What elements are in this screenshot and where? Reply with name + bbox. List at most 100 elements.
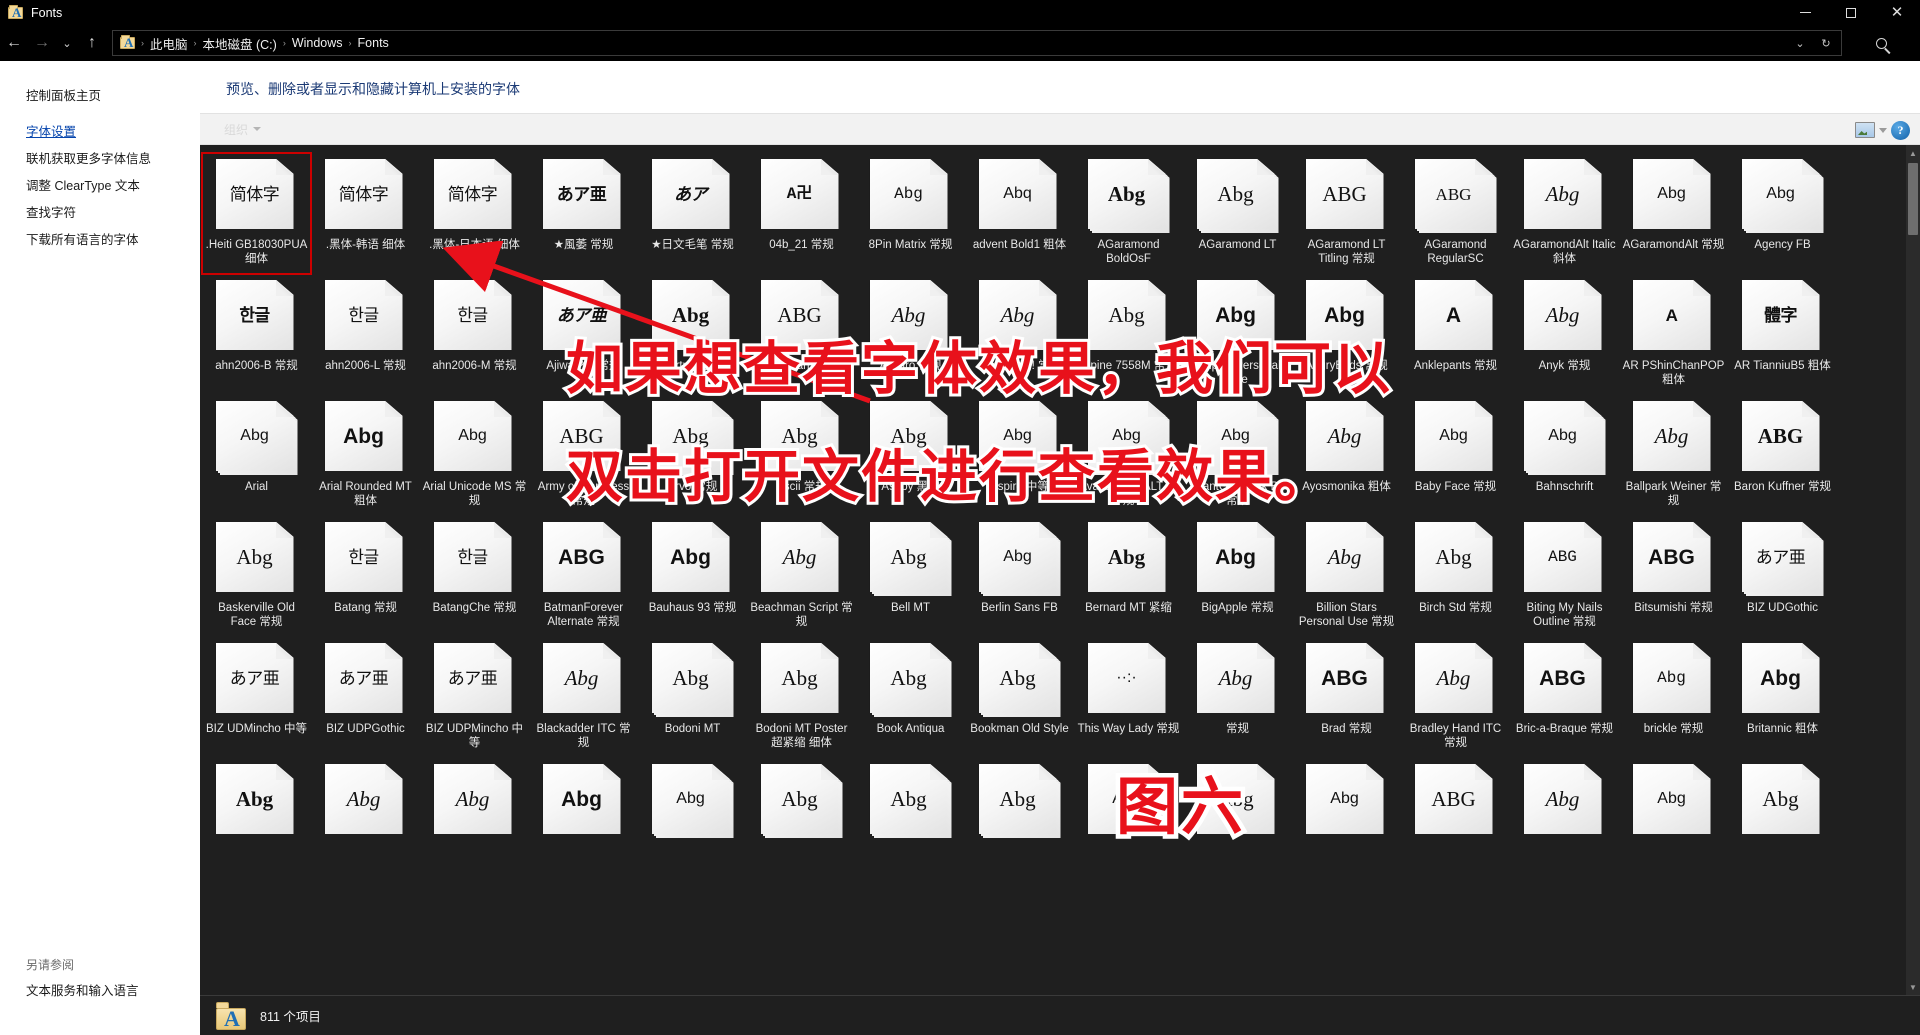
font-tile[interactable]: Abg Arial Unicode MS 常规 [420, 395, 529, 516]
font-tile[interactable]: Abg AGaramondAlt Italic 斜体 [1510, 153, 1619, 274]
address-bar[interactable]: A › 此电脑 › 本地磁盘 (C:) › Windows › Fonts ⌄ … [112, 30, 1842, 56]
font-tile[interactable]: ABG [1401, 758, 1510, 851]
font-tile[interactable]: Abg Alpine 7558M 常规 [1074, 274, 1183, 395]
font-tile[interactable]: Abg Bradley Hand ITC 常规 [1401, 637, 1510, 758]
sidebar-item-find-character[interactable]: 查找字符 [0, 200, 200, 227]
font-tile[interactable]: あア亜 BIZ UDGothic [1728, 516, 1837, 637]
font-tile[interactable]: Abg brickle 常规 [1619, 637, 1728, 758]
font-tile[interactable]: 한글 ahn2006-M 常规 [420, 274, 529, 395]
font-tile[interactable]: あア亜 BIZ UDPGothic [311, 637, 420, 758]
font-tile[interactable]: ABG Baron Kuffner 常规 [1728, 395, 1837, 516]
font-tile[interactable]: Abg AvantGarde ALT 常规 [1074, 395, 1183, 516]
font-tile[interactable]: Abg Bauhaus 93 常规 [638, 516, 747, 637]
font-tile[interactable]: ABG Bric-a-Braque 常规 [1510, 637, 1619, 758]
font-tile[interactable]: Abg Bodoni MT [638, 637, 747, 758]
font-tile[interactable]: Abg [1728, 758, 1837, 851]
font-tile[interactable]: Abg BigApple 常规 [1183, 516, 1292, 637]
view-mode-icon[interactable] [1855, 122, 1875, 138]
font-tile[interactable]: Abg 8Pin Matrix 常规 [856, 153, 965, 274]
font-tile[interactable]: あア亜 BIZ UDPMincho 中等 [420, 637, 529, 758]
font-tile[interactable]: あア亜 BIZ UDMincho 中等 [202, 637, 311, 758]
up-button[interactable]: ↑ [78, 28, 106, 58]
refresh-icon[interactable]: ↻ [1813, 31, 1839, 55]
organize-button[interactable]: 组织 [216, 118, 269, 141]
font-tile[interactable]: Abg AGaramondAlt 常规 [1619, 153, 1728, 274]
font-tile[interactable]: Abg [420, 758, 529, 851]
font-tile[interactable]: Abg Bahnschrift [1510, 395, 1619, 516]
font-tile[interactable]: Abg Arial Rounded MT 粗体 [311, 395, 420, 516]
font-tile[interactable]: 한글 BatangChe 常规 [420, 516, 529, 637]
font-tile[interactable]: ABG Bitsumishi 常规 [1619, 516, 1728, 637]
breadcrumb-local-disk[interactable]: 本地磁盘 (C:) [198, 32, 282, 55]
font-tile[interactable]: Abg Amplify Personal Use [1183, 274, 1292, 395]
font-tile[interactable]: 한글 ahn2006-B 常规 [202, 274, 311, 395]
font-tile[interactable]: Abg [529, 758, 638, 851]
sidebar-item-text-services[interactable]: 文本服务和输入语言 [0, 978, 200, 1005]
font-tile[interactable]: Abq advent Bold1 粗体 [965, 153, 1074, 274]
font-tile[interactable]: Abg [1183, 758, 1292, 851]
font-tile[interactable]: Abg [311, 758, 420, 851]
font-tile[interactable]: Abg Allegro 常规 [856, 274, 965, 395]
sidebar-item-font-settings[interactable]: 字体设置 [0, 119, 200, 146]
font-tile[interactable]: Abg [202, 758, 311, 851]
sidebar-item-get-more-fonts-online[interactable]: 联机获取更多字体信息 [0, 146, 200, 173]
font-tile[interactable]: Abg Aspire 中等 [965, 395, 1074, 516]
font-tile[interactable]: Abg Book Antiqua [856, 637, 965, 758]
font-tile[interactable]: Abg [965, 758, 1074, 851]
font-tile[interactable]: Abg Berlin Sans FB [965, 516, 1074, 637]
font-tile[interactable]: A Anklepants 常规 [1401, 274, 1510, 395]
recent-locations-button[interactable]: ⌄ [56, 28, 78, 58]
font-tile[interactable]: ··:· This Way Lady 常规 [1074, 637, 1183, 758]
scroll-down-arrow[interactable]: ▼ [1906, 979, 1920, 995]
font-tile[interactable]: Abg [1510, 758, 1619, 851]
breadcrumb-this-pc[interactable]: 此电脑 [145, 32, 193, 55]
font-tile[interactable]: あア亜 ★風萎 常规 [529, 153, 638, 274]
font-tile[interactable]: 简体字 .Heiti GB18030PUA 细体 [201, 152, 312, 275]
back-button[interactable]: ← [0, 28, 28, 58]
maximize-button[interactable] [1828, 0, 1874, 25]
vertical-scrollbar[interactable]: ▲ ▼ [1906, 145, 1920, 995]
font-tile[interactable]: Abg [747, 758, 856, 851]
sidebar-item-control-panel-home[interactable]: 控制面板主页 [0, 83, 200, 119]
font-tile[interactable]: 한글 ahn2006-L 常规 [311, 274, 420, 395]
font-tile[interactable]: Abg Arvo 常规 [638, 395, 747, 516]
forward-button[interactable]: → [28, 28, 56, 58]
breadcrumb-windows[interactable]: Windows [287, 34, 348, 52]
help-button[interactable]: ? [1891, 120, 1910, 140]
font-tile[interactable]: Abg 常规 [1183, 637, 1292, 758]
font-tile[interactable]: ABG AGaramond RegularSC [1401, 153, 1510, 274]
font-tile[interactable]: Abg Albertus 超粗体 [638, 274, 747, 395]
font-tile[interactable]: Abg Ashby 黑体 [856, 395, 965, 516]
font-tile[interactable]: Abg [1292, 758, 1401, 851]
font-tile[interactable]: Abg Britannic 粗体 [1728, 637, 1837, 758]
chevron-down-icon[interactable]: ⌄ [1787, 31, 1813, 55]
font-tile[interactable]: Abg Bookman Old Style [965, 637, 1074, 758]
font-tile[interactable]: Abg Birch Std 常规 [1401, 516, 1510, 637]
font-tile[interactable]: ABG Brad 常规 [1292, 637, 1401, 758]
font-tile[interactable]: Abg AngryBirds 常规 [1292, 274, 1401, 395]
font-tile[interactable]: Abg AGaramond BoldOsF [1074, 153, 1183, 274]
font-tile[interactable]: Abg [1074, 758, 1183, 851]
font-tile[interactable]: Abg Agency FB [1728, 153, 1837, 274]
font-tile[interactable]: Abg Baskerville Old Face 常规 [202, 516, 311, 637]
font-tile[interactable]: Abg Ayosmonika 粗体 [1292, 395, 1401, 516]
font-tile[interactable]: Abg Baby Face 常规 [1401, 395, 1510, 516]
font-tile[interactable]: ABG Algerian 常规 [747, 274, 856, 395]
font-tile[interactable]: あア ★日文毛笔 常规 [638, 153, 747, 274]
font-tile[interactable]: Abg [1619, 758, 1728, 851]
font-tile[interactable]: ABG Biting My Nails Outline 常规 [1510, 516, 1619, 637]
font-tile[interactable]: Abg Beachman Script 常规 [747, 516, 856, 637]
font-tile[interactable]: Abg Bodoni MT Poster 超紧缩 细体 [747, 637, 856, 758]
breadcrumb-fonts[interactable]: Fonts [353, 34, 394, 52]
font-tile[interactable]: Abg AGaramond LT [1183, 153, 1292, 274]
fonts-grid-pane[interactable]: 简体字 .Heiti GB18030PUA 细体 简体字 .黑体-韩语 细体 简体字 .黑… [200, 145, 1920, 995]
font-tile[interactable]: Abg Arial [202, 395, 311, 516]
font-tile[interactable]: Abg Billion Stars Personal Use 常规 [1292, 516, 1401, 637]
font-tile[interactable]: Abg Blackadder ITC 常规 [529, 637, 638, 758]
close-button[interactable]: ✕ [1874, 0, 1920, 25]
font-tile[interactable]: 體字 AR TianniuB5 粗体 [1728, 274, 1837, 395]
font-tile[interactable]: A AR PShinChanPOP 粗体 [1619, 274, 1728, 395]
font-tile[interactable]: 简体字 .黑体-韩语 细体 [311, 153, 420, 274]
font-tile[interactable]: Abg [856, 758, 965, 851]
font-tile[interactable]: Abg Ballpark Weiner 常规 [1619, 395, 1728, 516]
